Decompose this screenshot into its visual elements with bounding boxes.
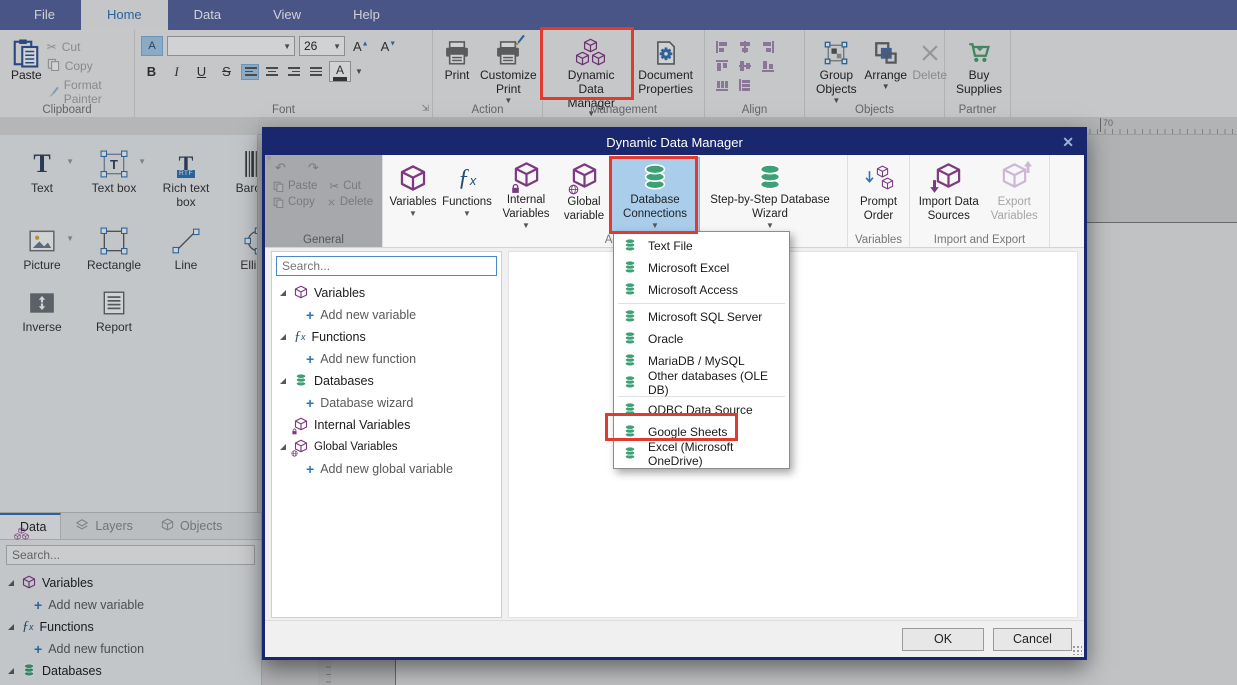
- add-variables-button[interactable]: Variables ▼: [387, 158, 439, 232]
- database-icon: [623, 331, 637, 348]
- close-icon[interactable]: ✕: [1062, 130, 1074, 155]
- tree-variables[interactable]: Variables: [272, 282, 501, 304]
- prompt-order-button[interactable]: Prompt Order: [852, 158, 905, 232]
- fx-icon: ƒx: [294, 330, 306, 344]
- dialog-tree-panel: Variables + Add new variable ƒx Function…: [271, 251, 502, 618]
- tree-add-new-function[interactable]: + Add new function: [272, 348, 501, 370]
- expander-icon[interactable]: [278, 378, 288, 384]
- dialog-search-input[interactable]: [277, 257, 496, 275]
- menu-item-microsoft-sql-server[interactable]: Microsoft SQL Server: [614, 306, 789, 328]
- tree-add-new-variable[interactable]: + Add new variable: [272, 304, 501, 326]
- variables-group-label: Variables: [848, 234, 909, 246]
- database-icon: [623, 375, 637, 392]
- menu-item-text-file[interactable]: Text File: [614, 235, 789, 257]
- dialog-content-area: [508, 251, 1078, 618]
- tree-internal-variables[interactable]: Internal Variables: [272, 414, 501, 436]
- import-export-group-label: Import and Export: [910, 234, 1049, 246]
- ok-button[interactable]: OK: [902, 628, 984, 651]
- internal-variables-icon: [294, 417, 308, 434]
- chevron-down-icon: ▼: [265, 155, 382, 247]
- cancel-button[interactable]: Cancel: [993, 628, 1072, 651]
- tree-add-new-global-variable[interactable]: + Add new global variable: [272, 458, 501, 480]
- export-variables-icon: [1001, 160, 1028, 196]
- annotation-box-google-sheets: [605, 413, 738, 441]
- prompt-order-icon: [864, 160, 894, 196]
- plus-icon: +: [306, 352, 314, 366]
- dialog-title: Dynamic Data Manager: [606, 135, 743, 150]
- fx-icon: ƒx: [458, 160, 477, 196]
- dialog-toolbar-spacer: [1050, 155, 1084, 247]
- dialog-title-bar[interactable]: Dynamic Data Manager ✕: [265, 130, 1084, 155]
- add-functions-button[interactable]: ƒx Functions ▼: [439, 158, 495, 232]
- expander-icon[interactable]: [278, 290, 288, 296]
- menu-item-microsoft-excel[interactable]: Microsoft Excel: [614, 257, 789, 279]
- dialog-search-box: [276, 256, 497, 276]
- menu-separator: [618, 303, 785, 304]
- menu-item-excel-microsoft-onedrive[interactable]: Excel (Microsoft OneDrive): [614, 443, 789, 465]
- database-icon: [623, 446, 637, 463]
- tree-databases[interactable]: Databases: [272, 370, 501, 392]
- tree-database-wizard[interactable]: + Database wizard: [272, 392, 501, 414]
- menu-item-other-databases-oledb[interactable]: Other databases (OLE DB): [614, 372, 789, 394]
- plus-icon: +: [306, 308, 314, 322]
- database-icon: [623, 282, 637, 299]
- global-variables-icon: [294, 439, 308, 456]
- dialog-group-general: ↶▼ ↷▼ Paste ✂Cut Copy Delete General: [265, 155, 383, 247]
- database-icon: [623, 353, 637, 370]
- chevron-down-icon: ▼: [766, 222, 774, 230]
- internal-variables-icon: [513, 160, 540, 194]
- add-global-variable-button[interactable]: Global variable: [557, 158, 611, 232]
- cube-icon: [294, 285, 308, 302]
- step-by-step-database-wizard-button[interactable]: Step-by-Step Database Wizard ▼: [699, 158, 841, 232]
- resize-grip[interactable]: [1072, 645, 1082, 655]
- menu-item-microsoft-access[interactable]: Microsoft Access: [614, 279, 789, 301]
- plus-icon: +: [306, 396, 314, 410]
- global-variable-icon: [571, 160, 598, 196]
- plus-icon: +: [306, 462, 314, 476]
- add-internal-variables-button[interactable]: Internal Variables ▼: [495, 158, 557, 232]
- database-icon: [623, 238, 637, 255]
- menu-item-oracle[interactable]: Oracle: [614, 328, 789, 350]
- expander-icon[interactable]: [278, 334, 288, 340]
- database-icon: [623, 260, 637, 277]
- tree-functions[interactable]: ƒx Functions: [272, 326, 501, 348]
- annotation-box-dynamic-data-manager: [540, 27, 634, 100]
- chevron-down-icon: ▼: [522, 222, 530, 230]
- database-icon: [756, 160, 784, 194]
- dialog-group-import-export: Import Data Sources Export Variables Imp…: [910, 155, 1050, 247]
- database-icon: [623, 309, 637, 326]
- redo-button[interactable]: ↷▼: [308, 160, 319, 176]
- dialog-group-variables: Prompt Order Variables: [848, 155, 910, 247]
- annotation-box-database-connections: [609, 156, 698, 234]
- dialog-footer: OK Cancel: [265, 620, 1084, 657]
- export-variables-button[interactable]: Export Variables: [983, 158, 1045, 232]
- database-icon: [294, 373, 308, 390]
- cube-icon: [399, 160, 427, 196]
- application-window: File Home Data View Help Paste ✂ Cut Cop…: [0, 0, 1237, 685]
- tree-global-variables[interactable]: Global Variables: [272, 436, 501, 458]
- chevron-down-icon: ▼: [409, 210, 417, 218]
- chevron-down-icon: ▼: [463, 210, 471, 218]
- expander-icon[interactable]: [278, 444, 288, 450]
- import-data-sources-icon: [935, 160, 962, 196]
- import-data-sources-button[interactable]: Import Data Sources: [914, 158, 983, 232]
